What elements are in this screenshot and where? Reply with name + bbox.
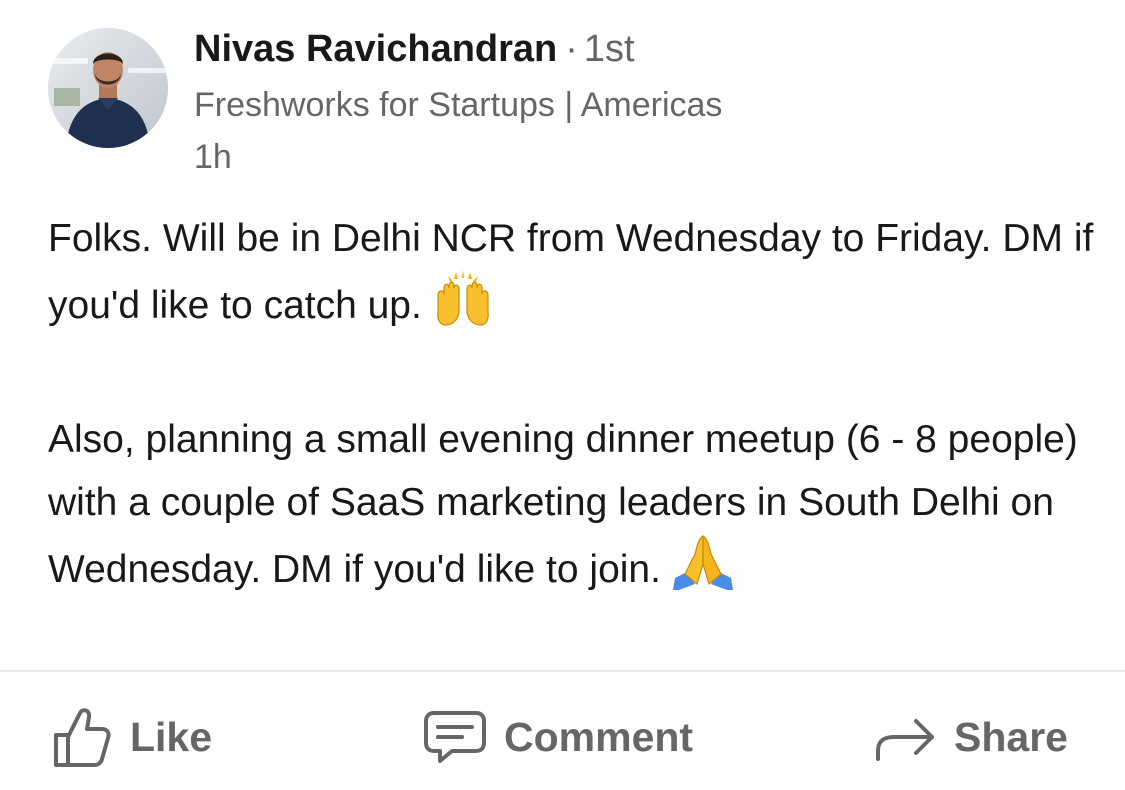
post-paragraph-1: Folks. Will be in Delhi NCR from Wednesd…	[48, 207, 1098, 345]
feed-post: Nivas Ravichandran · 1st Freshworks for St…	[0, 0, 1125, 790]
degree-separator: ·	[565, 28, 578, 70]
raising-hands-icon	[437, 270, 489, 326]
comment-bubble-icon	[424, 711, 486, 763]
post-timestamp: 1h	[194, 138, 232, 176]
raising-hands-emoji	[434, 270, 492, 345]
share-button[interactable]: Share	[872, 692, 1068, 782]
share-arrow-icon	[876, 719, 934, 761]
thumbs-up-icon	[54, 708, 111, 767]
profile-photo	[48, 28, 168, 148]
connection-degree: 1st	[583, 28, 635, 70]
like-button[interactable]: Like	[50, 692, 212, 782]
folded-hands-icon	[672, 535, 733, 590]
comment-label: Comment	[504, 713, 694, 760]
folded-hands-emoji	[672, 534, 733, 609]
action-bar-divider	[0, 670, 1125, 672]
author-name-line[interactable]: Nivas Ravichandran · 1st	[194, 26, 635, 72]
post-paragraph-2: Also, planning a small evening dinner me…	[48, 408, 1098, 609]
author-avatar[interactable]	[48, 28, 168, 148]
post-paragraph-1-text: Folks. Will be in Delhi NCR from Wednesd…	[48, 217, 1094, 327]
author-headline: Freshworks for Startups | Americas	[194, 86, 723, 124]
post-body: Folks. Will be in Delhi NCR from Wednesd…	[48, 207, 1098, 609]
author-name[interactable]: Nivas Ravichandran	[194, 28, 557, 70]
share-label: Share	[954, 713, 1068, 760]
like-label: Like	[130, 713, 213, 760]
comment-button[interactable]: Comment	[422, 692, 693, 782]
post-paragraph-2-text: Also, planning a small evening dinner me…	[48, 418, 1078, 591]
